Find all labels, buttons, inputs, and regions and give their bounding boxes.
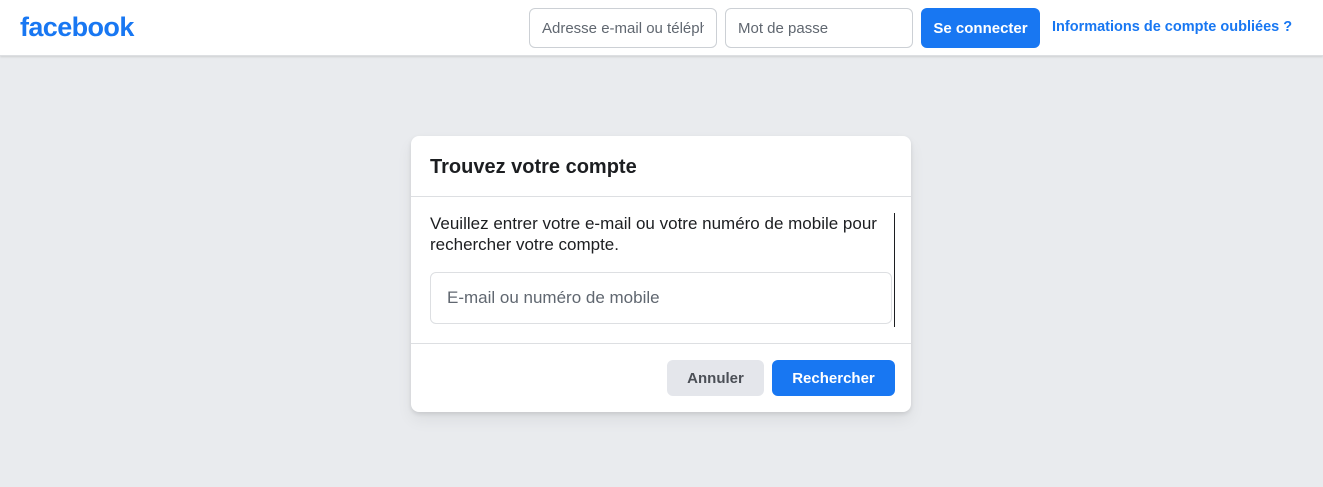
- search-button[interactable]: Rechercher: [772, 360, 895, 396]
- email-or-phone-input[interactable]: [529, 8, 717, 48]
- top-navigation-bar: facebook Se connecter Informations de co…: [0, 0, 1323, 56]
- account-search-input[interactable]: [430, 272, 892, 324]
- login-button[interactable]: Se connecter: [921, 8, 1040, 48]
- facebook-logo[interactable]: facebook: [20, 10, 134, 44]
- dialog-description: Veuillez entrer votre e-mail ou votre nu…: [430, 214, 877, 254]
- dialog-header: Trouvez votre compte: [411, 136, 911, 197]
- dialog-footer: Annuler Rechercher: [411, 343, 911, 412]
- forgot-account-link[interactable]: Informations de compte oubliées ?: [1052, 18, 1292, 36]
- dialog-body: Veuillez entrer votre e-mail ou votre nu…: [411, 197, 911, 343]
- text-cursor-line: [894, 213, 895, 327]
- dialog-title: Trouvez votre compte: [430, 156, 637, 178]
- find-account-dialog: Trouvez votre compte Veuillez entrer vot…: [411, 136, 911, 412]
- password-input[interactable]: [725, 8, 913, 48]
- cancel-button[interactable]: Annuler: [667, 360, 764, 396]
